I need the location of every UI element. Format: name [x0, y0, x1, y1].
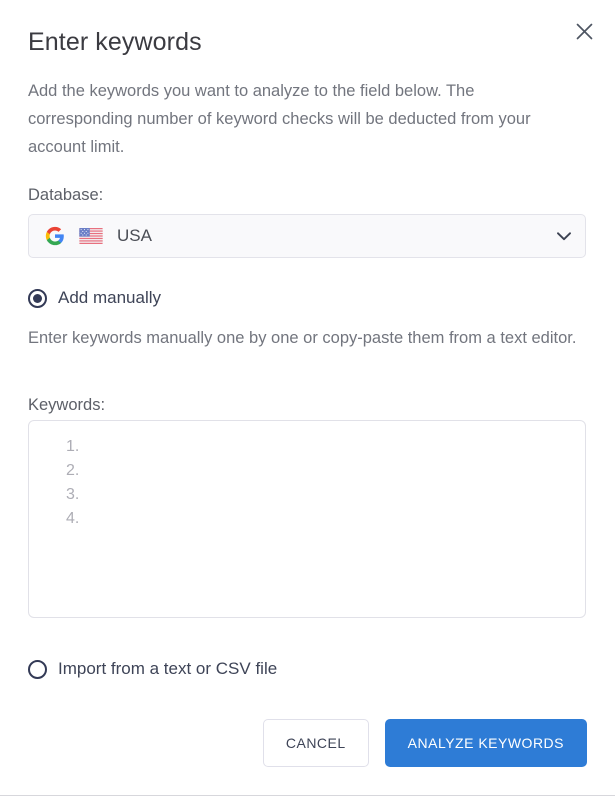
- radio-indicator-selected: [28, 288, 47, 308]
- chevron-down-icon: [557, 231, 571, 240]
- radio-option-add-manually[interactable]: Add manually: [28, 288, 161, 308]
- radio-label-add-manually: Add manually: [58, 288, 162, 307]
- close-icon: [576, 23, 592, 39]
- analyze-keywords-button[interactable]: ANALYZE KEYWORDS: [384, 719, 587, 767]
- dialog-description: Add the keywords you want to analyze to …: [28, 82, 531, 156]
- page-title: Enter keywords: [28, 28, 202, 56]
- keywords-placeholder-line: 3.: [66, 486, 80, 503]
- cancel-button[interactable]: CANCEL: [262, 719, 369, 767]
- keywords-placeholder-line: 4.: [66, 510, 80, 527]
- keywords-label: Keywords:: [28, 396, 106, 414]
- database-selected-value: USA: [117, 226, 152, 245]
- keywords-input[interactable]: 1. 2. 3. 4.: [28, 420, 586, 618]
- enter-keywords-dialog: Enter keywords Add the keywords you want…: [0, 0, 615, 796]
- database-label: Database:: [28, 186, 104, 204]
- radio-label-import-file: Import from a text or CSV file: [58, 659, 278, 678]
- google-logo-icon: [45, 226, 64, 246]
- close-dialog-button[interactable]: [571, 18, 597, 44]
- add-manually-hint: Enter keywords manually one by one or co…: [28, 329, 577, 347]
- dialog-footer: CANCEL ANALYZE KEYWORDS: [0, 719, 615, 767]
- keywords-placeholder-line: 2.: [66, 462, 80, 479]
- database-select[interactable]: USA: [28, 214, 586, 258]
- radio-indicator-unselected: [28, 659, 47, 679]
- keywords-placeholder-line: 1.: [66, 438, 80, 455]
- usa-flag-icon: [79, 228, 103, 244]
- radio-option-import-file[interactable]: Import from a text or CSV file: [28, 659, 277, 679]
